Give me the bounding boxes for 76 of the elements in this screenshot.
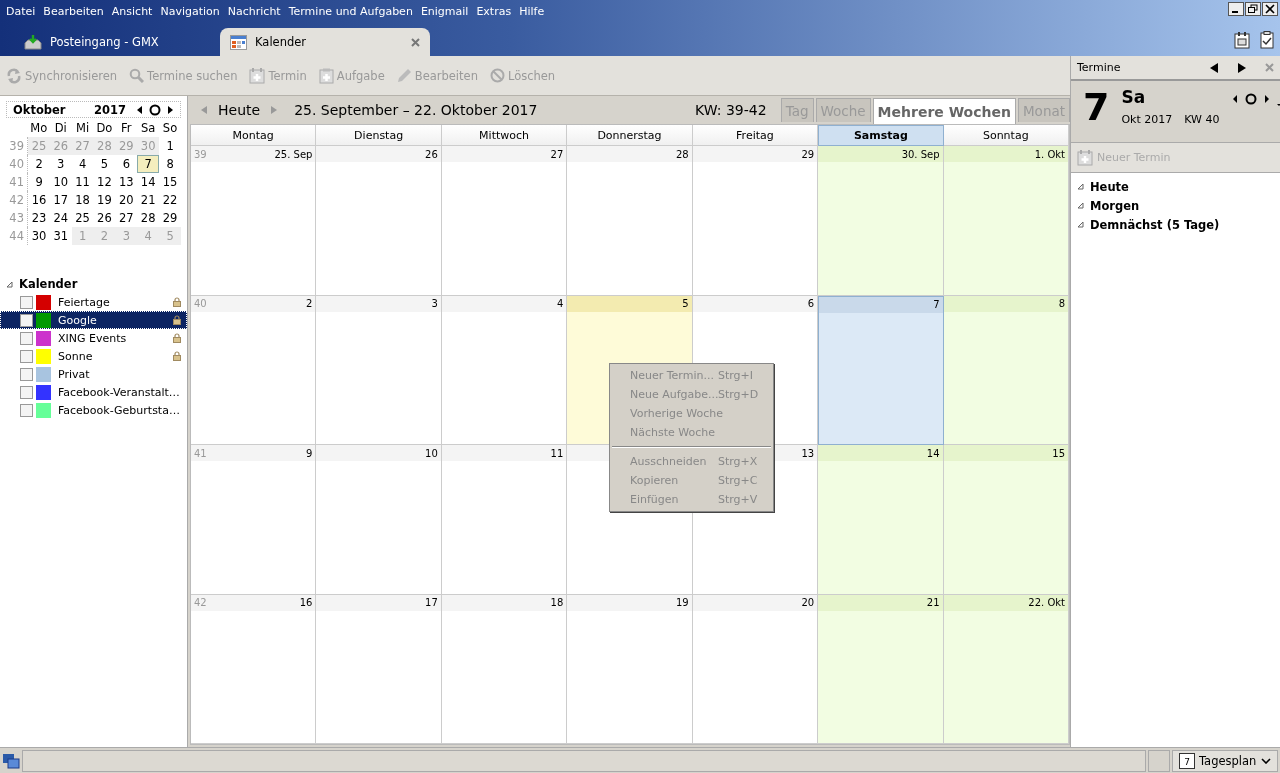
weekday-label: Sa: [137, 119, 160, 137]
calendar-name: XING Events: [58, 331, 128, 345]
calendar-name: Facebook-Geburtsta…: [58, 403, 181, 417]
date-label: 13: [801, 447, 815, 459]
column-header: Mittwoch: [441, 125, 568, 146]
week-number: 39: [194, 148, 207, 160]
date-label: 1. Okt: [1034, 148, 1065, 160]
date-label: 8: [1058, 298, 1065, 309]
week-number: 39: [6, 137, 28, 155]
calendar-name: Privat: [58, 367, 91, 381]
week-number: 40: [6, 155, 28, 173]
column-header: Dienstag: [316, 125, 442, 146]
date-label: 11: [550, 447, 564, 459]
year-label: 2017: [94, 102, 126, 117]
column-header: Freitag: [692, 125, 819, 146]
date-label: 18: [550, 597, 564, 608]
date-label: 26: [425, 148, 438, 160]
date-label: 22. Okt: [1028, 597, 1065, 608]
date-label: 3: [431, 298, 438, 309]
date-label: 30. Sep: [901, 148, 940, 160]
weekday-label: Di: [49, 119, 72, 137]
weekday-label: Do: [93, 119, 116, 137]
date-label: 17: [425, 597, 438, 608]
shortcut: Strg+V: [718, 493, 758, 506]
month-label: Oktober: [13, 102, 66, 117]
weekday-label: Fr: [115, 119, 138, 137]
date-label: 15: [1052, 447, 1065, 459]
shortcut: Strg+X: [718, 455, 758, 468]
shortcut: Strg+I: [718, 369, 754, 382]
week-range: KW: 39-42: [695, 102, 767, 118]
date-label: 4: [556, 298, 564, 309]
week-number: 42: [6, 191, 28, 209]
week-number: 41: [6, 173, 28, 191]
calendar-day-icon: 7: [1179, 752, 1195, 769]
tab-label: Posteingang - GMX: [50, 35, 159, 49]
calendar-name: Google: [58, 313, 98, 327]
date-label: 27: [550, 148, 564, 160]
date-label: 29: [801, 148, 815, 160]
shortcut: Strg+D: [718, 388, 759, 401]
date-label: 9: [306, 447, 313, 459]
column-header: Donnerstag: [567, 125, 693, 146]
week-number: 43: [6, 209, 28, 227]
date-label: 20: [801, 597, 815, 608]
date-label: 25. Sep: [274, 148, 313, 160]
calendar-name: Feiertage: [58, 295, 111, 309]
week-label: KW 40: [1184, 113, 1220, 126]
weekday-label: Mo: [27, 119, 50, 137]
pane-title: Termine: [1077, 61, 1122, 74]
date-label: 16: [299, 597, 313, 608]
week-number: 44: [6, 227, 28, 245]
week-number: 41: [194, 447, 207, 459]
date-label: 2: [306, 298, 313, 309]
date-label: 7: [933, 299, 940, 310]
weekday-label: So: [159, 119, 181, 137]
column-header: Montag: [191, 125, 317, 146]
date-label: 14: [926, 447, 940, 459]
column-header: Samstag: [818, 125, 944, 146]
calendar-name: Facebook-Veranstalt…: [58, 385, 181, 399]
date-label: 19: [675, 597, 689, 608]
weekday-label: Sa: [1121, 87, 1147, 107]
section-title: Kalender: [19, 277, 78, 291]
week-number: 40: [194, 298, 207, 309]
weekday-label: Mi: [71, 119, 94, 137]
date-label: 10: [425, 447, 438, 459]
date-range: 25. September – 22. Oktober 2017: [294, 102, 538, 118]
shortcut: Strg+C: [718, 474, 758, 487]
date-label: 5: [682, 298, 689, 309]
month-year: Okt 2017: [1121, 113, 1173, 126]
column-header: Sonntag: [943, 125, 1069, 146]
day-number: 7: [1083, 87, 1110, 131]
week-number: 42: [194, 597, 207, 608]
date-label: 21: [926, 597, 940, 608]
tab-label: Kalender: [255, 35, 307, 49]
date-label: 28: [675, 148, 689, 160]
calendar-name: Sonne: [58, 349, 94, 363]
date-label: 6: [807, 298, 815, 309]
